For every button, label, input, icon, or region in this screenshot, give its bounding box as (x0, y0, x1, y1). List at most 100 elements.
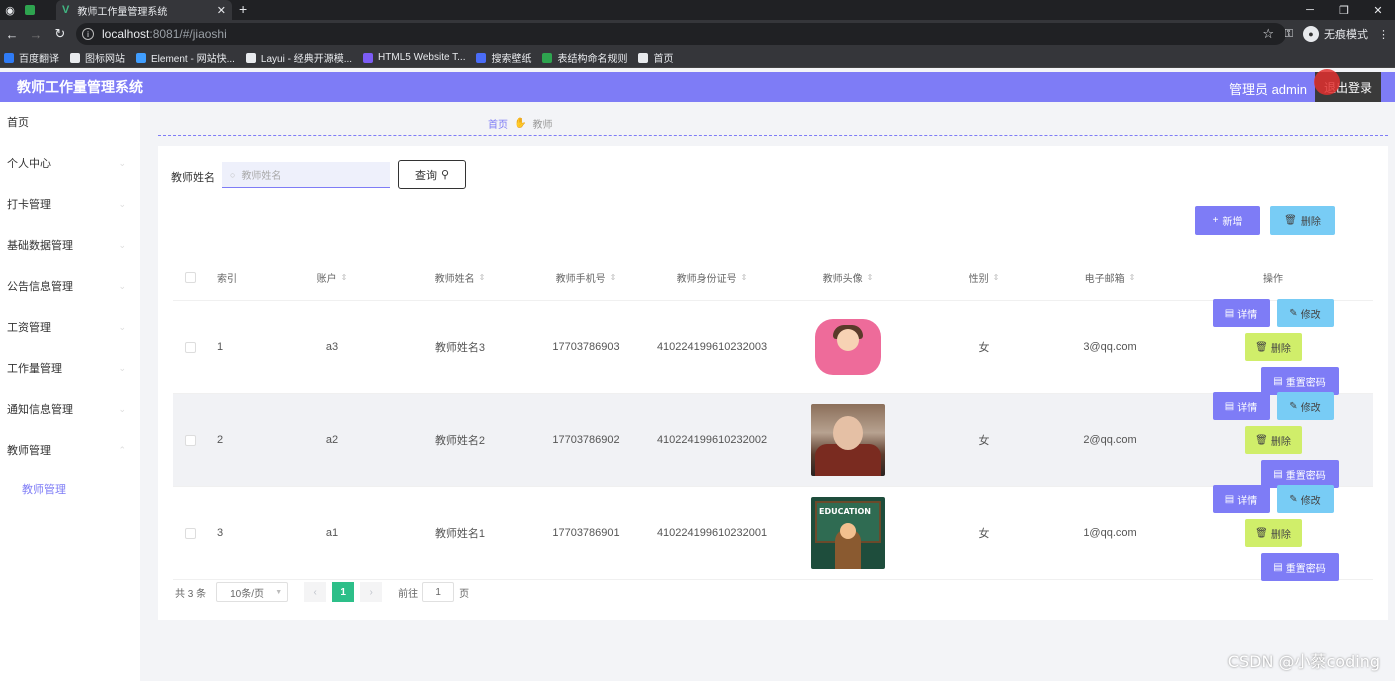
browser-menu-icon[interactable]: ◉ (0, 0, 20, 20)
bookmark-label: 百度翻译 (19, 54, 59, 65)
page-number-button[interactable]: 1 (332, 582, 355, 602)
sort-icon[interactable]: ⇕ (867, 273, 874, 282)
mouse-cursor-highlight (1314, 69, 1340, 95)
edit-label: 修改 (1300, 495, 1321, 507)
detail-button[interactable]: ▤ 详情 (1212, 485, 1270, 513)
detail-button[interactable]: ▤ 详情 (1212, 299, 1270, 327)
bookmark-item[interactable]: HTML5 Website T... (363, 52, 465, 63)
row-checkbox[interactable] (184, 341, 196, 353)
reset-password-button[interactable]: ▤ 重置密码 (1260, 367, 1339, 395)
delete-button[interactable]: 🗑 删除 (1244, 426, 1302, 454)
key-icon[interactable]: ⚿ (1285, 28, 1293, 41)
search-icon: ○ (230, 169, 236, 180)
sidebar-item-label: 工资管理 (7, 322, 51, 334)
detail-label: 详情 (1237, 402, 1258, 414)
sidebar-item-profile[interactable]: 个人中心 ⌄ (0, 148, 140, 178)
edit-button[interactable]: ✎ 修改 (1276, 299, 1334, 327)
back-icon[interactable]: ← (0, 27, 24, 42)
sidebar-item-teachers[interactable]: 教师管理 ⌃ (0, 435, 140, 465)
prev-page-button[interactable]: ‹ (304, 582, 327, 602)
pinned-tab-icon[interactable] (20, 0, 40, 20)
column-header[interactable]: 电子邮箱 ⇕ (1047, 270, 1173, 285)
sidebar-item-workload[interactable]: 工作量管理 ⌄ (0, 353, 140, 383)
sort-icon[interactable]: ⇕ (341, 273, 348, 282)
delete-button[interactable]: 🗑 删除 (1244, 333, 1302, 361)
page-unit-label: 页 (459, 588, 470, 600)
sidebar-item-salary[interactable]: 工资管理 ⌄ (0, 312, 140, 342)
sort-icon[interactable]: ⇕ (1129, 273, 1136, 282)
detail-button[interactable]: ▤ 详情 (1212, 392, 1270, 420)
edit-button[interactable]: ✎ 修改 (1276, 485, 1334, 513)
page-size-select[interactable]: 10条/页 ▼ (216, 582, 289, 602)
bookmark-item[interactable]: 百度翻译 (4, 50, 59, 65)
table-header: 索引 账户 ⇕ 教师姓名 ⇕ 教师手机号 ⇕ 教师身份证号 ⇕ 教师头像 ⇕ 性别 ⇕ 电子… (173, 255, 1373, 301)
column-header-label: 电子邮箱 (1084, 274, 1125, 285)
sort-icon[interactable]: ⇕ (610, 273, 617, 282)
url-input[interactable]: i localhost :8081/#/jiaoshi ☆ (76, 23, 1286, 45)
column-header[interactable]: 教师手机号 ⇕ (523, 270, 649, 285)
bookmark-item[interactable]: 搜索壁纸 (476, 50, 531, 65)
query-button[interactable]: 查询 ⚲ (398, 160, 466, 189)
column-header[interactable]: 教师身份证号 ⇕ (649, 270, 775, 285)
bookmark-icon (638, 52, 649, 63)
browser-tab-active[interactable]: V 教师工作量管理系统 ✕ (56, 0, 232, 20)
sidebar-subitem-teacher-management[interactable]: 教师管理 (0, 474, 140, 504)
bookmark-item[interactable]: 表结构命名规则 (542, 50, 627, 65)
column-header-label: 教师身份证号 (676, 274, 737, 285)
bookmark-star-icon[interactable]: ☆ (1262, 26, 1274, 42)
restore-icon[interactable]: ❐ (1327, 0, 1361, 20)
sidebar-item-basic-data[interactable]: 基础数据管理 ⌄ (0, 230, 140, 260)
document-icon: ▤ (1273, 375, 1283, 387)
column-header[interactable]: 教师姓名 ⇕ (397, 270, 523, 285)
forward-icon[interactable]: → (24, 27, 48, 42)
new-tab-icon[interactable]: + (239, 1, 247, 17)
minimize-icon[interactable]: ─ (1293, 0, 1327, 20)
sort-icon[interactable]: ⇕ (479, 273, 486, 282)
browser-more-icon[interactable]: ⋮ (1378, 28, 1389, 41)
row-checkbox[interactable] (184, 434, 196, 446)
bookmark-item[interactable]: Element - 网站快... (136, 50, 235, 65)
breadcrumb-home[interactable]: 首页 (488, 116, 508, 131)
sidebar-item-home[interactable]: 首页 (0, 107, 140, 137)
chevron-down-icon: ⌄ (118, 321, 126, 332)
bookmark-label: 表结构命名规则 (557, 54, 628, 65)
sidebar-item-label: 打卡管理 (7, 199, 51, 211)
delete-button[interactable]: 🗑 删除 (1244, 519, 1302, 547)
bookmark-icon (136, 52, 146, 63)
select-all-checkbox[interactable] (184, 272, 196, 283)
column-header[interactable]: 教师头像 ⇕ (775, 270, 921, 285)
sort-icon[interactable]: ⇕ (993, 273, 1000, 282)
sidebar-item-checkin[interactable]: 打卡管理 ⌄ (0, 189, 140, 219)
edit-button[interactable]: ✎ 修改 (1276, 392, 1334, 420)
url-host: localhost (102, 27, 150, 41)
column-header[interactable]: 性别 ⇕ (921, 270, 1047, 285)
window-controls: ─ ❐ ✕ (1293, 0, 1395, 20)
reload-icon[interactable]: ↻ (48, 26, 72, 42)
main-content: 首页 ✋ 教师 教师姓名 ○ 教师姓名 查询 ⚲ + 新增 🗑 删除 索引 账户 ⇕ … (158, 102, 1388, 681)
incognito-indicator[interactable]: ● 无痕模式 (1303, 26, 1368, 42)
query-button-label: 查询 (414, 169, 437, 182)
info-icon[interactable]: i (82, 28, 94, 40)
row-checkbox[interactable] (184, 527, 196, 539)
sidebar-item-announcements[interactable]: 公告信息管理 ⌄ (0, 271, 140, 301)
cell-index: 3 (217, 527, 224, 539)
sort-icon[interactable]: ⇕ (741, 273, 748, 282)
cell-index: 1 (217, 341, 224, 353)
next-page-button[interactable]: › (360, 582, 383, 602)
close-window-icon[interactable]: ✕ (1361, 0, 1395, 20)
reset-password-button[interactable]: ▤ 重置密码 (1260, 553, 1339, 581)
batch-delete-button[interactable]: 🗑 删除 (1270, 206, 1335, 235)
sidebar-item-notifications[interactable]: 通知信息管理 ⌄ (0, 394, 140, 424)
bookmark-item[interactable]: Layui - 经典开源模... (245, 50, 352, 65)
close-tab-icon[interactable]: ✕ (217, 4, 226, 17)
goto-page-input[interactable]: 1 (422, 582, 455, 602)
column-header-label: 性别 (968, 274, 989, 285)
bookmark-item[interactable]: 图标网站 (70, 50, 125, 65)
search-input[interactable]: ○ 教师姓名 (222, 162, 390, 188)
column-header[interactable]: 账户 ⇕ (267, 270, 397, 285)
add-button[interactable]: + 新增 (1195, 206, 1260, 235)
table-row: 1 a3 教师姓名3 17703786903 41022419961023200… (173, 299, 1373, 395)
pencil-icon: ✎ (1289, 307, 1298, 319)
bookmark-item[interactable]: 首页 (638, 50, 673, 65)
reset-password-button[interactable]: ▤ 重置密码 (1260, 460, 1339, 488)
